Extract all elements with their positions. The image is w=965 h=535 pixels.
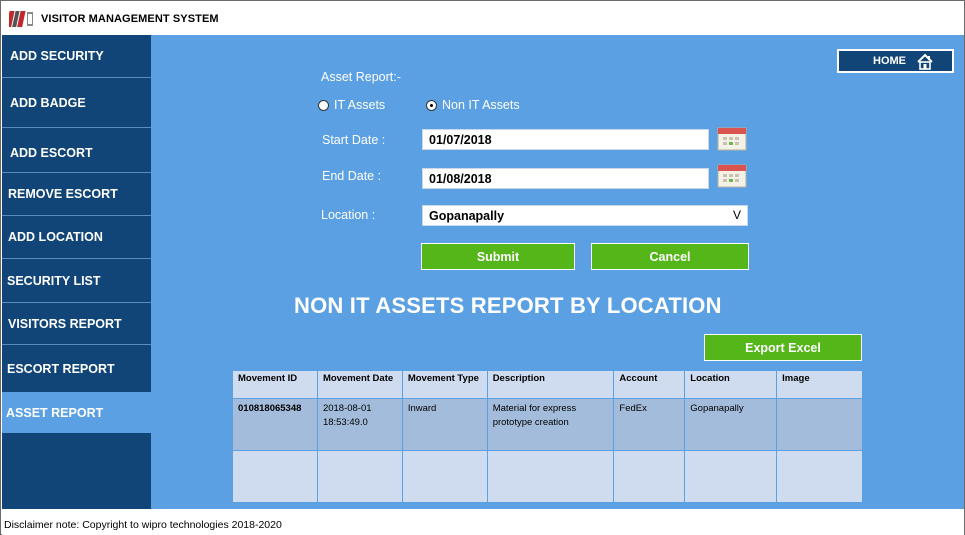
export-excel-label: Export Excel [745,340,821,355]
footer: Disclaimer note: Copyright to wipro tech… [2,509,964,535]
sidebar-item-label: ADD LOCATION [8,230,103,244]
table-row-empty [232,450,863,503]
sidebar-item-asset-report[interactable]: ASSET REPORT [2,392,151,433]
home-button[interactable]: HOME [837,49,954,73]
sidebar-item-visitors-report[interactable]: VISITORS REPORT [2,303,151,345]
calendar-icon[interactable] [717,127,747,151]
empty-cell [776,450,863,503]
movement-id-cell: 010818065348 [232,398,318,451]
sidebar-item-label: ESCORT REPORT [7,361,115,376]
app-logo-icon [9,11,33,27]
location-value: Gopanapally [429,208,505,223]
non-it-assets-radio[interactable]: Non IT Assets [426,98,520,112]
submit-button-label: Submit [476,249,520,264]
sidebar-item-label: ADD BADGE [10,95,86,110]
location-label: Location : [321,208,376,222]
sidebar-item-escort-report[interactable]: ESCORT REPORT [2,345,151,392]
sidebar-item-label: ASSET REPORT [6,405,104,420]
non-it-assets-label: Non IT Assets [442,98,520,112]
app-window: VISITOR MANAGEMENT SYSTEM ADD SECURITY A… [0,0,965,535]
it-assets-radio[interactable]: IT Assets [318,98,385,112]
empty-cell [232,450,318,503]
asset-report-table: Movement ID Movement Date Movement Type … [232,370,863,503]
sidebar-item-security-list[interactable]: SECURITY LIST [2,259,151,303]
empty-cell [684,450,778,503]
column-header[interactable]: Description [486,370,615,399]
disclaimer-text: Disclaimer note: Copyright to wipro tech… [4,519,282,531]
end-date-value: 01/08/2018 [429,171,492,186]
sidebar-item-add-badge[interactable]: ADD BADGE [2,78,151,128]
sidebar-item-remove-escort[interactable]: REMOVE ESCORT [2,173,151,216]
empty-cell [316,450,403,503]
location-select[interactable]: Gopanapally V [422,205,748,226]
chevron-down-icon: V [732,208,741,222]
sidebar-item-label: REMOVE ESCORT [8,187,118,201]
empty-cell [486,450,615,503]
start-date-label: Start Date : [322,133,386,147]
end-date-label: End Date : [322,169,382,183]
cancel-button[interactable]: Cancel [591,243,749,270]
radio-button [318,99,329,111]
column-header[interactable]: Movement ID [232,370,318,399]
empty-cell [401,450,488,503]
export-excel-button[interactable]: Export Excel [704,334,862,361]
sidebar: ADD SECURITY ADD BADGE ADD ESCORT REMOVE… [2,35,151,509]
end-date-input[interactable]: 01/08/2018 [422,168,709,189]
asset-report-heading: Asset Report:- [321,70,401,84]
description-cell: Material for express prototype creation [486,398,615,451]
app-title: VISITOR MANAGEMENT SYSTEM [41,13,219,25]
start-date-input[interactable]: 01/07/2018 [422,129,709,150]
submit-button[interactable]: Submit [421,243,575,270]
sidebar-item-label: ADD ESCORT [10,146,93,160]
image-cell [776,398,863,451]
table-row[interactable]: 010818065348 2018-08-01 18:53:49.0 Inwar… [232,398,863,451]
sidebar-item-label: VISITORS REPORT [8,316,122,331]
sidebar-item-add-location[interactable]: ADD LOCATION [2,216,151,259]
column-header[interactable]: Location [684,370,778,399]
title-bar: VISITOR MANAGEMENT SYSTEM [2,2,964,35]
it-assets-label: IT Assets [334,98,386,112]
home-button-label: HOME [873,55,906,67]
column-header[interactable]: Image [776,370,863,399]
account-cell: FedEx [613,398,686,451]
calendar-icon[interactable] [717,164,747,188]
cancel-button-label: Cancel [649,249,691,264]
report-title: NON IT ASSETS REPORT BY LOCATION [294,293,722,318]
empty-cell [613,450,686,503]
radio-button-selected [426,99,437,111]
column-header[interactable]: Movement Type [401,370,488,399]
movement-date-cell: 2018-08-01 18:53:49.0 [316,398,403,451]
table-header-row: Movement ID Movement Date Movement Type … [232,370,863,399]
sidebar-item-label: ADD SECURITY [10,49,104,63]
home-icon [917,53,933,70]
sidebar-item-add-security[interactable]: ADD SECURITY [2,35,151,78]
sidebar-item-add-escort[interactable]: ADD ESCORT [2,128,151,173]
sidebar-item-label: SECURITY LIST [7,273,101,288]
column-header[interactable]: Movement Date [316,370,403,399]
start-date-value: 01/07/2018 [429,132,492,147]
column-header[interactable]: Account [613,370,686,399]
movement-type-cell: Inward [401,398,488,451]
location-cell: Gopanapally [684,398,778,451]
